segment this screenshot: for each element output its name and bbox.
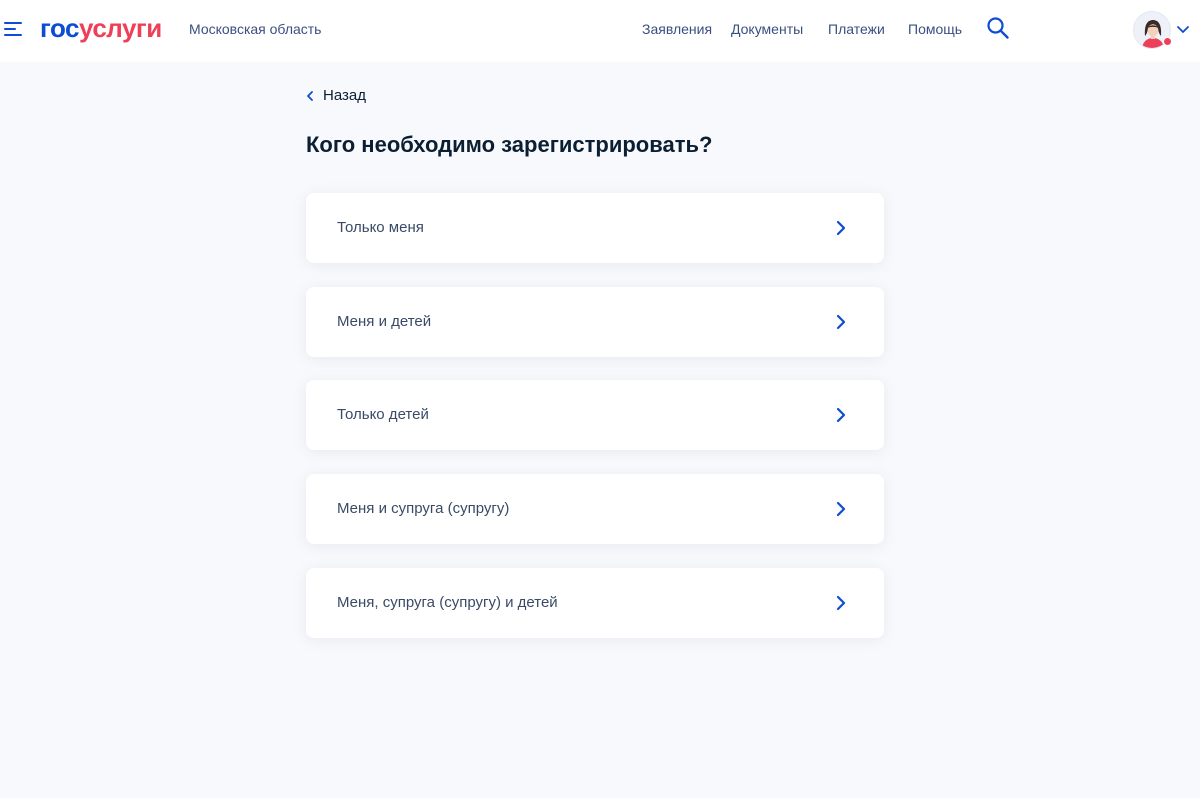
nav-link-applications[interactable]: Заявления	[642, 20, 712, 38]
chevron-right-icon	[836, 314, 846, 330]
logo-part-gos: гос	[40, 13, 80, 43]
option-label: Меня и супруга (супругу)	[337, 500, 510, 517]
search-icon[interactable]	[986, 16, 1010, 40]
logo-part-uslugi: услуги	[79, 13, 162, 43]
top-header: госуслуги Московская область Заявления Д…	[0, 0, 1200, 62]
nav-link-documents[interactable]: Документы	[731, 20, 803, 38]
option-label: Только детей	[337, 406, 429, 423]
nav-link-help[interactable]: Помощь	[908, 20, 962, 38]
menu-icon[interactable]	[4, 20, 24, 38]
back-link-label: Назад	[323, 87, 366, 104]
region-selector[interactable]: Московская область	[189, 20, 321, 38]
nav-link-payments[interactable]: Платежи	[828, 20, 885, 38]
option-me-spouse-and-children[interactable]: Меня, супруга (супругу) и детей	[306, 568, 884, 638]
chevron-right-icon	[836, 220, 846, 236]
back-link[interactable]: Назад	[305, 86, 366, 106]
chevron-right-icon	[836, 501, 846, 517]
chevron-left-icon	[307, 91, 313, 101]
chevron-down-icon[interactable]	[1176, 24, 1190, 34]
option-only-me[interactable]: Только меня	[306, 193, 884, 263]
option-me-and-children[interactable]: Меня и детей	[306, 287, 884, 357]
chevron-right-icon	[836, 407, 846, 423]
page-title: Кого необходимо зарегистрировать?	[306, 132, 713, 157]
option-me-and-spouse[interactable]: Меня и супруга (супругу)	[306, 474, 884, 544]
option-only-children[interactable]: Только детей	[306, 380, 884, 450]
option-label: Меня, супруга (супругу) и детей	[337, 594, 558, 611]
chevron-right-icon	[836, 595, 846, 611]
gosuslugi-logo[interactable]: госуслуги	[40, 12, 162, 44]
notification-badge	[1163, 37, 1172, 46]
option-label: Меня и детей	[337, 313, 432, 330]
option-label: Только меня	[337, 219, 424, 236]
